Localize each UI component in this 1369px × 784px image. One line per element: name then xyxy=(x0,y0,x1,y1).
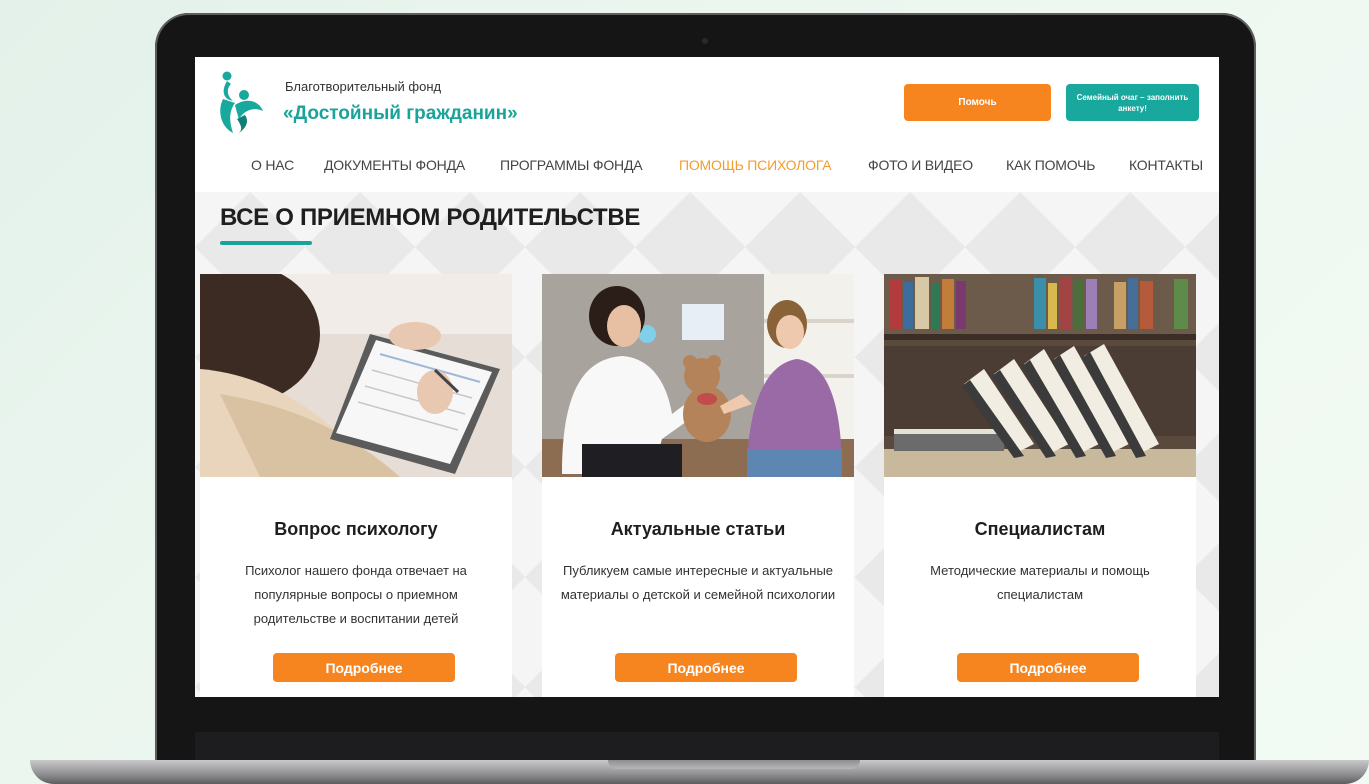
title-underline xyxy=(220,241,312,245)
foundation-logo-icon[interactable] xyxy=(217,69,265,135)
main-nav: О НАС ДОКУМЕНТЫ ФОНДА ПРОГРАММЫ ФОНДА ПО… xyxy=(195,155,1219,181)
card-description: Публикуем самые интересные и актуальные … xyxy=(560,563,836,602)
nav-item-psychologist[interactable]: ПОМОЩЬ ПСИХОЛОГА xyxy=(679,157,832,173)
nav-item-how-to-help[interactable]: КАК ПОМОЧЬ xyxy=(1006,157,1095,173)
card-articles: Актуальные статьи Публикуем самые интере… xyxy=(542,274,854,697)
family-form-button[interactable]: Семейный очаг – заполнить анкету! xyxy=(1066,84,1199,121)
psychologist-notes-photo xyxy=(200,274,512,477)
more-button[interactable]: Подробнее xyxy=(615,653,797,682)
laptop-base xyxy=(30,760,1369,784)
books-photo xyxy=(884,274,1196,477)
card-title: Актуальные статьи xyxy=(610,519,786,539)
webcam-icon xyxy=(702,38,708,44)
org-name[interactable]: «Достойный гражданин» xyxy=(283,103,518,125)
org-subtitle: Благотворительный фонд xyxy=(285,79,442,94)
woman-girl-teddy-bear-photo xyxy=(542,274,854,477)
nav-item-programs[interactable]: ПРОГРАММЫ ФОНДА xyxy=(500,157,643,173)
nav-item-about[interactable]: О НАС xyxy=(251,157,294,173)
content-section: ВСЕ О ПРИЕМНОМ РОДИТЕЛЬСТВЕ Вопрос психо… xyxy=(195,192,1219,697)
card-psychologist-question: Вопрос психологу Психолог нашего фонда о… xyxy=(200,274,512,697)
laptop-notch xyxy=(608,760,860,769)
website-screen: Благотворительный фонд «Достойный гражда… xyxy=(195,57,1219,697)
more-button[interactable]: Подробнее xyxy=(273,653,455,682)
card-title: Специалистам xyxy=(974,519,1106,539)
help-button[interactable]: Помочь xyxy=(904,84,1051,121)
nav-item-documents[interactable]: ДОКУМЕНТЫ ФОНДА xyxy=(324,157,465,173)
card-title: Вопрос психологу xyxy=(274,519,438,539)
screen-bezel-bottom xyxy=(195,732,1219,760)
more-button[interactable]: Подробнее xyxy=(957,653,1139,682)
card-description: Психолог нашего фонда отвечает на популя… xyxy=(245,563,467,626)
nav-item-contacts[interactable]: КОНТАКТЫ xyxy=(1129,157,1203,173)
card-description: Методические материалы и помощь специали… xyxy=(930,563,1150,602)
nav-item-photo-video[interactable]: ФОТО И ВИДЕО xyxy=(868,157,973,173)
site-header: Благотворительный фонд «Достойный гражда… xyxy=(195,57,1219,192)
section-title: ВСЕ О ПРИЕМНОМ РОДИТЕЛЬСТВЕ xyxy=(220,204,641,231)
card-specialists: Специалистам Методические материалы и по… xyxy=(884,274,1196,697)
